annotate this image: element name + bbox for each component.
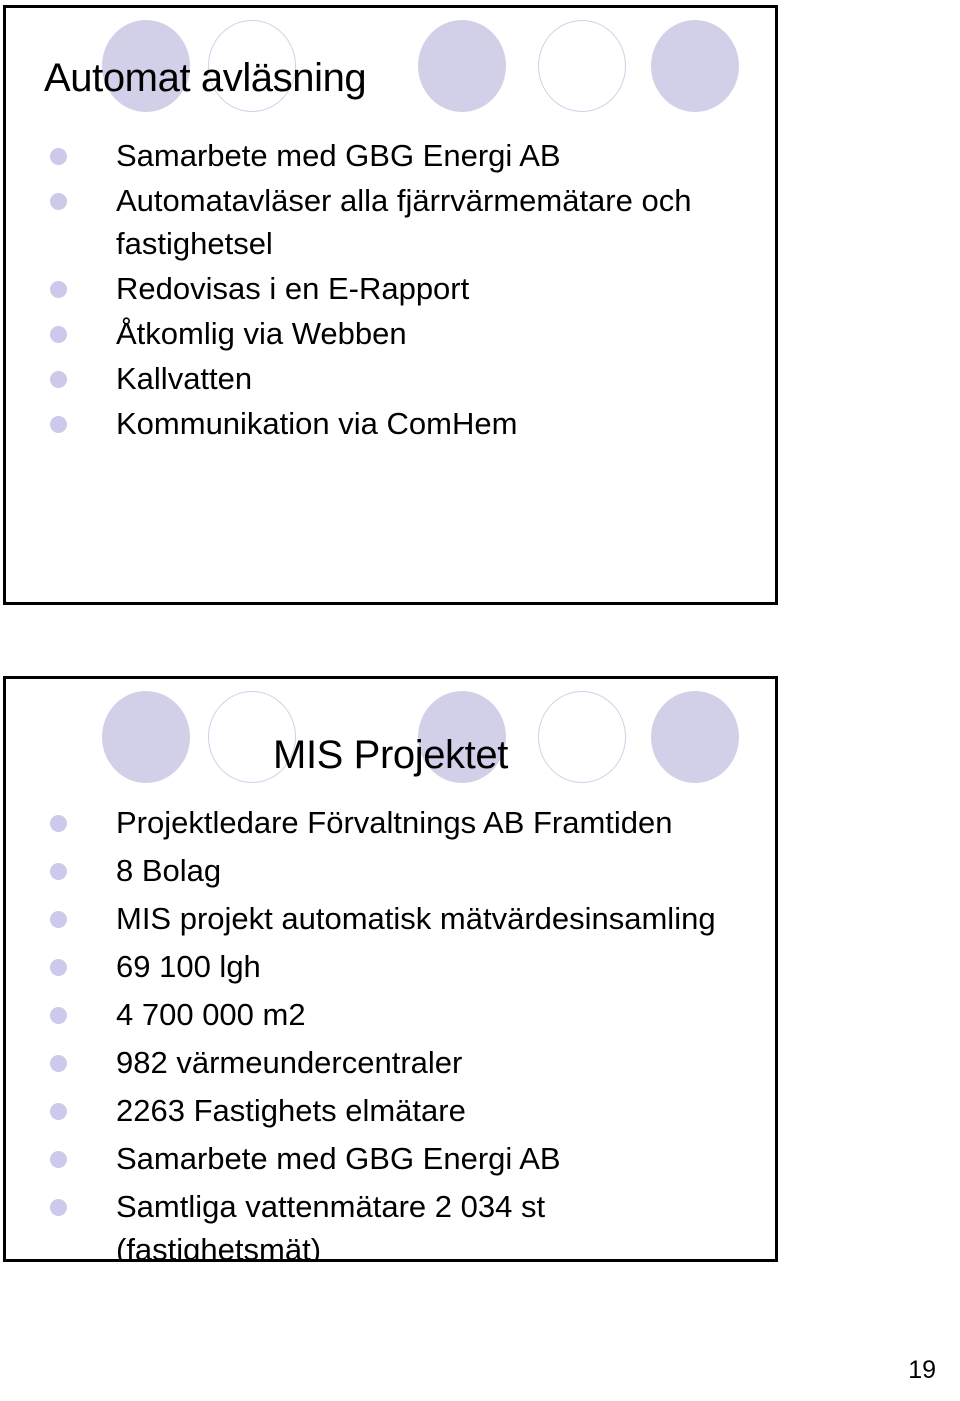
slide-2-decoration-band: MIS Projektet [6,679,775,783]
bullet-label: Automatavläser alla fjärrvärmemätare och… [116,183,692,261]
bullet-label: Redovisas i en E-Rapport [116,271,470,306]
bullet-item: 69 100 lgh [44,945,757,988]
bullet-item: 8 Bolag [44,849,757,892]
bullet-item: Samtliga vattenmätare 2 034 st (fastighe… [44,1185,757,1262]
bullet-item: Samarbete med GBG Energi AB [44,134,757,177]
bullet-label: Samarbete med GBG Energi AB [116,138,561,173]
bullet-dot-icon [50,1007,67,1024]
bullet-item: 982 värmeundercentraler [44,1041,757,1084]
bullet-label: MIS projekt automatisk mätvärdesinsamlin… [116,901,716,936]
bullet-dot-icon [50,863,67,880]
bullet-dot-icon [50,815,67,832]
bullet-label: 69 100 lgh [116,949,261,984]
bullet-label: 2263 Fastighets elmätare [116,1093,466,1128]
bullet-dot-icon [50,911,67,928]
bullet-dot-icon [50,193,67,210]
bullet-item: Automatavläser alla fjärrvärmemätare och… [44,179,757,265]
bullet-label: Samarbete med GBG Energi AB [116,1141,561,1176]
bullet-dot-icon [50,959,67,976]
bullet-label: 8 Bolag [116,853,222,888]
bullet-item: Kommunikation via ComHem [44,402,757,445]
bullet-dot-icon [50,371,67,388]
bullet-dot-icon [50,1199,67,1216]
bullet-item: Redovisas i en E-Rapport [44,267,757,310]
slide-2-bullet-list: Projektledare Förvaltnings AB Framtiden … [6,801,775,1262]
deco-circle-4 [538,20,626,112]
deco-circle-3 [418,20,506,112]
bullet-item: Kallvatten [44,357,757,400]
bullet-label: 982 värmeundercentraler [116,1045,463,1080]
bullet-dot-icon [50,148,67,165]
slide-1-bullet-list: Samarbete med GBG Energi AB Automatavläs… [6,134,775,445]
bullet-item: Projektledare Förvaltnings AB Framtiden [44,801,757,844]
bullet-label: Kallvatten [116,361,253,396]
bullet-item: 4 700 000 m2 [44,993,757,1036]
slide-2-title: MIS Projektet [273,733,508,777]
bullet-label: 4 700 000 m2 [116,997,306,1032]
page-number: 19 [908,1356,936,1384]
slide-automat-avlasning: Automat avläsning Samarbete med GBG Ener… [3,5,778,605]
deco-circle-5 [651,20,739,112]
presentation-page: { "colors": { "bullet_marker": "#ccc9ea"… [0,0,960,1401]
bullet-label: Projektledare Förvaltnings AB Framtiden [116,805,673,840]
bullet-dot-icon [50,1103,67,1120]
bullet-dot-icon [50,326,67,343]
bullet-item: MIS projekt automatisk mätvärdesinsamlin… [44,897,757,940]
slide-1-title: Automat avläsning [44,56,367,100]
bullet-dot-icon [50,281,67,298]
bullet-dot-icon [50,1151,67,1168]
bullet-dot-icon [50,1055,67,1072]
slide-mis-projektet: MIS Projektet Projektledare Förvaltnings… [3,676,778,1262]
bullet-item: Samarbete med GBG Energi AB [44,1137,757,1180]
bullet-item: 2263 Fastighets elmätare [44,1089,757,1132]
bullet-item: Åtkomlig via Webben [44,312,757,355]
slide-1-decoration-band: Automat avläsning [6,8,775,112]
bullet-label: Kommunikation via ComHem [116,406,518,441]
bullet-label: Samtliga vattenmätare 2 034 st (fastighe… [116,1189,546,1262]
bullet-dot-icon [50,416,67,433]
bullet-label: Åtkomlig via Webben [116,316,407,351]
